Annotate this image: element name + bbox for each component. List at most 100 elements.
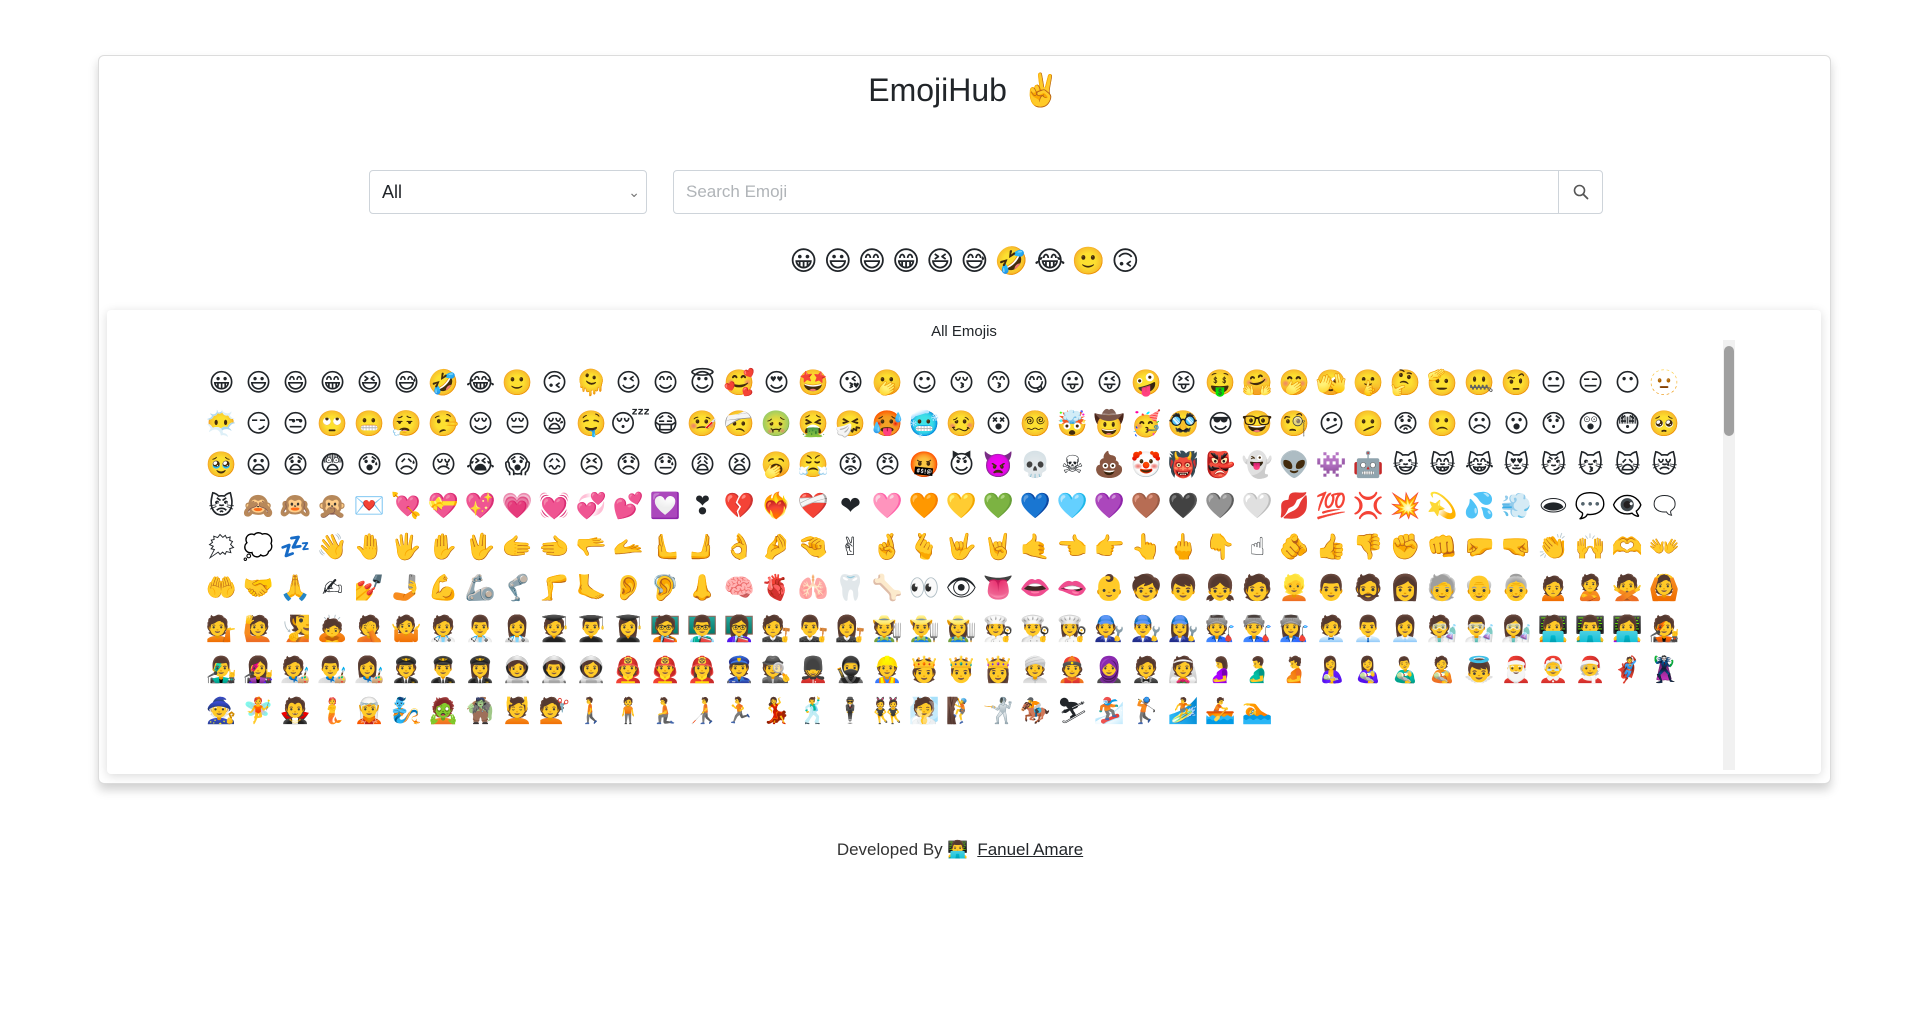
emoji-item[interactable]: 😺 xyxy=(1387,444,1424,485)
emoji-item[interactable]: 👨‍🔬 xyxy=(1461,608,1498,649)
emoji-item[interactable]: 😚 xyxy=(943,362,980,403)
emoji-item[interactable]: 🫢 xyxy=(869,362,906,403)
emoji-item[interactable]: 😤 xyxy=(795,444,832,485)
emoji-item[interactable]: 🙆 xyxy=(1646,567,1683,608)
emoji-item[interactable]: 😞 xyxy=(610,444,647,485)
emoji-item[interactable]: 👰 xyxy=(1165,649,1202,690)
emoji-item[interactable]: 🏇 xyxy=(1017,690,1054,731)
emoji-item[interactable]: 💟 xyxy=(647,485,684,526)
emoji-item[interactable]: 😊 xyxy=(647,362,684,403)
emoji-item[interactable]: 👩‍🎓 xyxy=(610,608,647,649)
emoji-item[interactable]: 👨‍🎓 xyxy=(573,608,610,649)
emoji-item[interactable]: 🧑‍🔬 xyxy=(1424,608,1461,649)
emoji-item[interactable]: 👨‍💼 xyxy=(1350,608,1387,649)
featured-emoji[interactable]: 😆 xyxy=(926,246,954,276)
featured-emoji[interactable]: 🤣 xyxy=(994,246,1028,276)
emoji-item[interactable]: 👌 xyxy=(721,526,758,567)
emoji-item[interactable]: 🧖 xyxy=(906,690,943,731)
emoji-item[interactable]: 👨‍✈️ xyxy=(425,649,462,690)
emoji-item[interactable]: 👋 xyxy=(314,526,351,567)
emoji-item[interactable]: ☝ xyxy=(1239,526,1276,567)
emoji-item[interactable]: 👩‍🚀 xyxy=(573,649,610,690)
emoji-item[interactable]: 👨‍💻 xyxy=(1572,608,1609,649)
emoji-item[interactable]: 🫲 xyxy=(536,526,573,567)
emoji-item[interactable]: 🥳 xyxy=(1128,403,1165,444)
emoji-item[interactable]: 🫸 xyxy=(684,526,721,567)
emoji-item[interactable]: 🙃 xyxy=(536,362,573,403)
emoji-item[interactable]: 🩶 xyxy=(1202,485,1239,526)
emoji-item[interactable]: 🚶 xyxy=(573,690,610,731)
emoji-item[interactable]: 💂 xyxy=(795,649,832,690)
emoji-item[interactable]: 👨‍🚒 xyxy=(647,649,684,690)
emoji-item[interactable]: 🫀 xyxy=(758,567,795,608)
emoji-item[interactable]: 👄 xyxy=(1017,567,1054,608)
emoji-item[interactable]: 🫄 xyxy=(1276,649,1313,690)
emoji-item[interactable]: ✌ xyxy=(832,526,869,567)
emoji-item[interactable]: 😶‍🌫️ xyxy=(203,403,240,444)
emoji-item[interactable]: 👩‍⚕️ xyxy=(499,608,536,649)
emoji-item[interactable]: 🧑‍⚕️ xyxy=(425,608,462,649)
emoji-item[interactable]: 🧑‍💻 xyxy=(1535,608,1572,649)
emoji-item[interactable]: 😏 xyxy=(240,403,277,444)
emoji-item[interactable]: 😮‍💨 xyxy=(388,403,425,444)
emoji-item[interactable]: 😳 xyxy=(1609,403,1646,444)
emoji-item[interactable]: 🙄 xyxy=(314,403,351,444)
emoji-item[interactable]: 👨‍🍳 xyxy=(1017,608,1054,649)
emoji-item[interactable]: 💕 xyxy=(610,485,647,526)
emoji-item[interactable]: 😌 xyxy=(462,403,499,444)
emoji-item[interactable]: 🤩 xyxy=(795,362,832,403)
emoji-item[interactable]: 🫥 xyxy=(1646,362,1683,403)
featured-emoji[interactable]: 🙂 xyxy=(1072,246,1106,276)
emoji-item[interactable]: 😉 xyxy=(610,362,647,403)
emoji-item[interactable]: 🤛 xyxy=(1461,526,1498,567)
featured-emoji[interactable]: 😂 xyxy=(1034,246,1066,276)
emoji-item[interactable]: 🤜 xyxy=(1498,526,1535,567)
emoji-item[interactable]: 💦 xyxy=(1461,485,1498,526)
emoji-item[interactable]: 👶 xyxy=(1091,567,1128,608)
emoji-item[interactable]: 👨‍🏫 xyxy=(684,608,721,649)
emoji-item[interactable]: 🫷 xyxy=(647,526,684,567)
emoji-item[interactable]: 👩‍⚖️ xyxy=(832,608,869,649)
emoji-item[interactable]: 🤟 xyxy=(943,526,980,567)
emoji-item[interactable]: 👧 xyxy=(1202,567,1239,608)
emoji-item[interactable]: 💚 xyxy=(980,485,1017,526)
emoji-item[interactable]: 👽 xyxy=(1276,444,1313,485)
emoji-item[interactable]: 🕳 xyxy=(1535,485,1572,526)
emoji-item[interactable]: 😽 xyxy=(1572,444,1609,485)
emoji-item[interactable]: 👅 xyxy=(980,567,1017,608)
emoji-item[interactable]: 🖖 xyxy=(462,526,499,567)
emoji-item[interactable]: 🤔 xyxy=(1387,362,1424,403)
emoji-item[interactable]: 🙅 xyxy=(1609,567,1646,608)
emoji-item[interactable]: 😥 xyxy=(388,444,425,485)
emoji-item[interactable]: 🥰 xyxy=(721,362,758,403)
emoji-item[interactable]: 🫵 xyxy=(1276,526,1313,567)
emoji-item[interactable]: 👩‍🌾 xyxy=(943,608,980,649)
emoji-item[interactable]: 🧑‍🌾 xyxy=(869,608,906,649)
emoji-item[interactable]: 🤓 xyxy=(1239,403,1276,444)
featured-emoji[interactable]: 😁 xyxy=(892,246,920,276)
emoji-item[interactable]: 🤙 xyxy=(1017,526,1054,567)
emoji-item[interactable]: ☠ xyxy=(1054,444,1091,485)
emoji-item[interactable]: 👯 xyxy=(869,690,906,731)
emoji-item[interactable]: 🩷 xyxy=(869,485,906,526)
emoji-item[interactable]: 💜 xyxy=(1091,485,1128,526)
emoji-item[interactable]: 🤑 xyxy=(1202,362,1239,403)
emoji-item[interactable]: 🖤 xyxy=(1165,485,1202,526)
emoji-item[interactable]: 🧙 xyxy=(203,690,240,731)
emoji-item[interactable]: 🤲 xyxy=(203,567,240,608)
emoji-item[interactable]: 👳 xyxy=(1017,649,1054,690)
emoji-item[interactable]: 💤 xyxy=(277,526,314,567)
emoji-item[interactable]: 😄 xyxy=(277,362,314,403)
emoji-item[interactable]: 💋 xyxy=(1276,485,1313,526)
emoji-item[interactable]: ✍ xyxy=(314,567,351,608)
emoji-item[interactable]: 💯 xyxy=(1313,485,1350,526)
emoji-item[interactable]: 😁 xyxy=(314,362,351,403)
emoji-item[interactable]: 🧎 xyxy=(647,690,684,731)
emoji-item[interactable]: 😣 xyxy=(573,444,610,485)
emoji-item[interactable]: 😑 xyxy=(1572,362,1609,403)
emoji-item[interactable]: 🕴 xyxy=(832,690,869,731)
emoji-item[interactable]: 🫣 xyxy=(1313,362,1350,403)
emoji-item[interactable]: 🤗 xyxy=(1239,362,1276,403)
emoji-item[interactable]: 😮 xyxy=(1498,403,1535,444)
emoji-item[interactable]: 😧 xyxy=(277,444,314,485)
